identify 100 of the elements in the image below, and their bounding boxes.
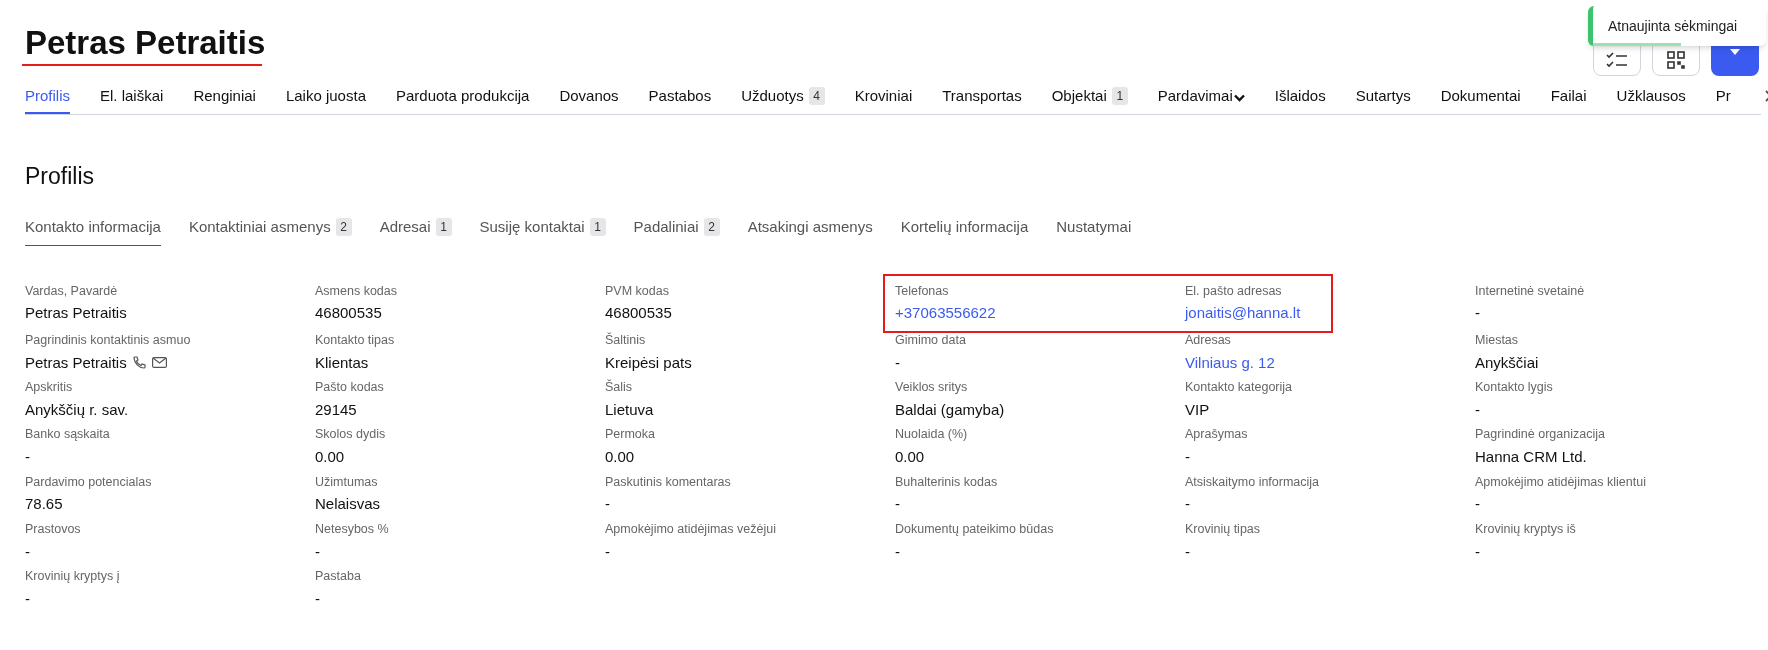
field-value: 46800535 <box>605 303 672 324</box>
tab[interactable]: Dokumentai <box>1440 80 1521 114</box>
field-value: 46800535 <box>315 303 382 324</box>
count-badge: 4 <box>808 87 825 105</box>
tab[interactable]: Išlaidos <box>1274 80 1326 114</box>
subtab[interactable]: Kontakto informacija <box>25 209 161 246</box>
count-badge: 1 <box>1111 87 1128 105</box>
tab[interactable]: Renginiai <box>193 80 256 114</box>
phone-icon[interactable] <box>132 356 146 370</box>
field-value: Nelaisvas <box>315 494 381 515</box>
tab[interactable]: Kroviniai <box>854 80 913 114</box>
field-value: 0.00 <box>605 447 635 467</box>
field-label: Kontakto kategorija <box>1185 379 1293 396</box>
field-value: - <box>605 494 610 515</box>
caret-icon <box>1729 49 1740 55</box>
field-value: - <box>1185 447 1190 467</box>
subtab[interactable]: Susiję kontaktai 1 <box>479 209 606 246</box>
field-value: Hanna CRM Ltd. <box>1475 447 1587 467</box>
field-label: Krovinių kryptys į <box>25 568 121 585</box>
field-value: - <box>1475 494 1480 515</box>
field-link[interactable]: jonaitis@hanna.lt <box>1185 302 1301 325</box>
field-label: Apmokėjimo atidėjimas klientui <box>1475 473 1647 491</box>
chevron-down-icon <box>1233 93 1245 102</box>
field-value: - <box>25 447 30 467</box>
field-label: Nuolaida (%) <box>895 426 969 444</box>
field-value: - <box>315 541 320 562</box>
grid-icon <box>1666 51 1685 69</box>
field-value: Petras Petraitis <box>25 303 127 324</box>
count-badge: 2 <box>335 218 352 236</box>
subtab[interactable]: Atsakingi asmenys <box>747 209 873 246</box>
field-label: El. pašto adresas <box>1185 282 1283 300</box>
field-value: - <box>895 494 900 515</box>
tab[interactable]: Failai <box>1550 80 1587 114</box>
email-icon[interactable] <box>151 357 167 369</box>
field-value: - <box>1185 494 1190 515</box>
field-label: Internetinė svetainė <box>1475 282 1586 300</box>
field-value: - <box>1185 541 1190 562</box>
field-label: Vardas, Pavardė <box>25 282 119 300</box>
field-value: Petras Petraitis <box>25 352 127 373</box>
subtab[interactable]: Padaliniai 2 <box>633 209 720 246</box>
field-label: Permoka <box>605 426 657 444</box>
field-value: Lietuva <box>605 399 654 420</box>
tab[interactable]: Sutartys <box>1355 80 1411 114</box>
field-label: Prastovos <box>25 520 82 538</box>
field-link[interactable]: Vilniaus g. 12 <box>1185 351 1275 374</box>
field-value: - <box>895 541 900 562</box>
tab[interactable]: Profilis <box>25 80 70 114</box>
field-label: Apskritis <box>25 379 74 396</box>
count-badge: 2 <box>703 218 720 236</box>
field-label: Gimimo data <box>895 331 967 349</box>
count-badge: 1 <box>435 218 452 236</box>
tab[interactable]: Pr <box>1715 80 1731 114</box>
tab[interactable]: Parduota produkcija <box>396 80 530 114</box>
field-value: Baldai (gamyba) <box>895 399 1005 420</box>
tab[interactable]: Objektai 1 <box>1051 80 1128 114</box>
field-value: 78.65 <box>25 494 63 515</box>
field-label: Kontakto lygis <box>1475 379 1554 396</box>
count-badge: 1 <box>589 218 606 236</box>
subtab[interactable]: Kortelių informacija <box>900 209 1029 246</box>
field-value: - <box>1475 303 1480 324</box>
tab[interactable]: Dovanos <box>559 80 619 114</box>
section-title: Profilis <box>25 162 95 191</box>
field-value: Anykščių r. sav. <box>25 399 129 420</box>
subtab[interactable]: Adresai 1 <box>379 209 452 246</box>
tab[interactable]: Užduotys 4 <box>741 80 825 114</box>
field-value: VIP <box>1185 399 1210 420</box>
field-value: 29145 <box>315 399 357 420</box>
field-link[interactable]: +37063556622 <box>895 302 996 325</box>
field-label: Skolos dydis <box>315 426 387 444</box>
field-label: Šalis <box>605 378 634 396</box>
field-value: - <box>25 541 30 562</box>
field-label: Pagrindinė organizacija <box>1475 426 1606 444</box>
field-value: - <box>25 588 30 609</box>
field-label: Adresas <box>1185 331 1232 349</box>
subtab[interactable]: Kontaktiniai asmenys 2 <box>188 209 352 246</box>
field-value: - <box>895 352 900 373</box>
field-label: Banko sąskaita <box>25 426 111 444</box>
field-label: Pašto kodas <box>315 379 385 396</box>
tab[interactable]: Laiko juosta <box>285 80 366 114</box>
field-label: Paskutinis komentaras <box>605 473 732 491</box>
field-value: Anykščiai <box>1475 352 1539 373</box>
field-label: Netesybos % <box>315 520 390 538</box>
field-label: Buhalterinis kodas <box>895 473 999 491</box>
field-value: Klientas <box>315 352 369 373</box>
tab[interactable]: Pardavimai <box>1157 80 1245 114</box>
tab[interactable]: Transportas <box>942 80 1022 114</box>
field-value: 0.00 <box>895 447 925 467</box>
subtab[interactable]: Nustatymai <box>1056 209 1132 246</box>
field-value: - <box>315 588 320 609</box>
tab[interactable]: Užklausos <box>1616 80 1686 114</box>
field-label: Aprašymas <box>1185 426 1249 444</box>
field-label: Atsiskaitymo informacija <box>1185 473 1321 491</box>
field-value: - <box>1475 541 1480 562</box>
field-label: Krovinių tipas <box>1185 520 1262 538</box>
tab[interactable]: Pastabos <box>648 80 712 114</box>
tab[interactable]: El. laiškai <box>100 80 164 114</box>
field-label: Kontakto tipas <box>315 331 396 349</box>
page-title: Petras Petraitis <box>25 24 266 62</box>
field-label: Veiklos sritys <box>895 379 969 396</box>
field-label: Miestas <box>1475 331 1520 349</box>
